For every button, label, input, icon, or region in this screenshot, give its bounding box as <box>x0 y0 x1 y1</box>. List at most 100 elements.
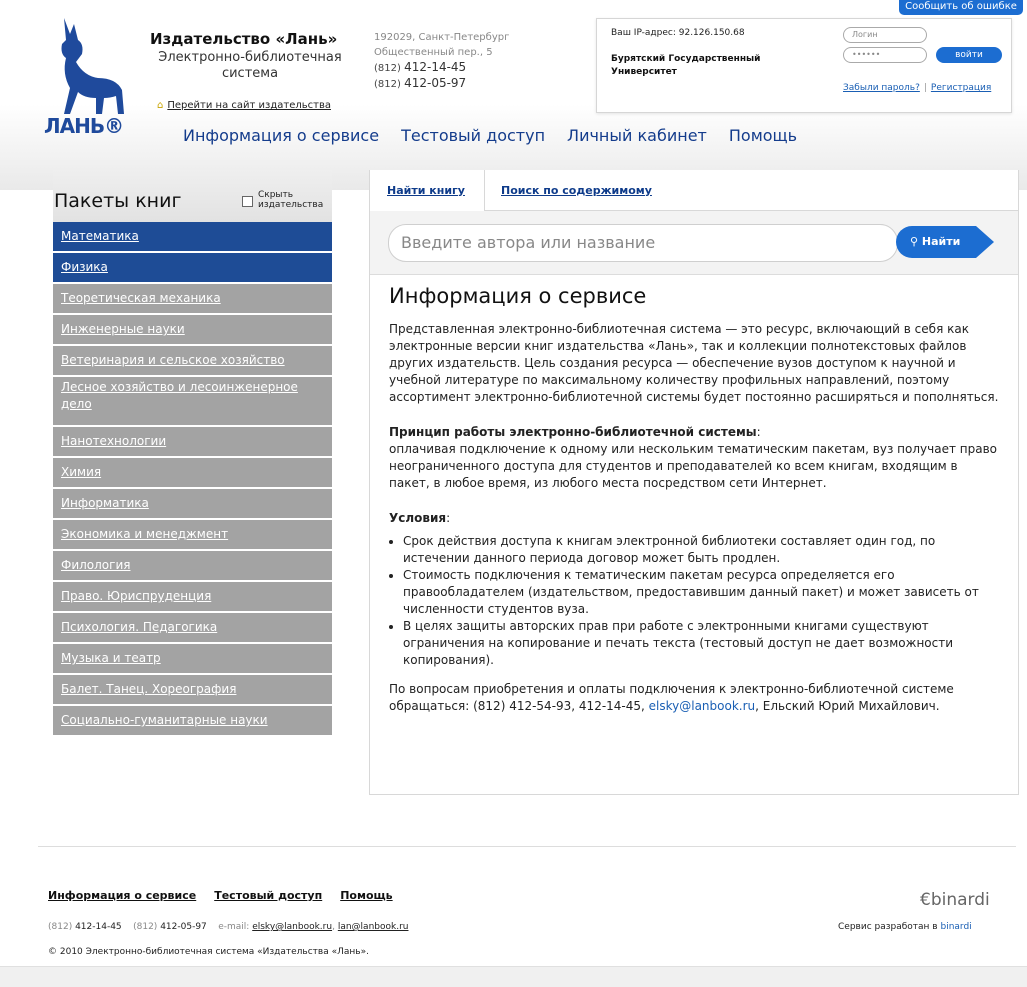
footer-phone-2-prefix: (812) <box>133 922 158 932</box>
hide-publishers-text: Скрыть издательства <box>258 190 324 210</box>
principle-colon: : <box>756 425 761 439</box>
search-tabs: Найти книгу Поиск по содержимому <box>370 170 1018 211</box>
sidebar-item-philology[interactable]: Филология <box>53 551 332 582</box>
article-title: Информация о сервисе <box>389 284 647 308</box>
hide-publishers-checkbox[interactable] <box>242 196 253 207</box>
logo-text: ЛАНЬ® <box>44 114 124 138</box>
phone-2-number: 412-05-97 <box>404 76 467 90</box>
conditions-section: Условия: Срок действия доступа к книгам … <box>389 510 1001 669</box>
sidebar-item-forestry[interactable]: Лесное хозяйство и лесоинженерное дело <box>53 377 332 427</box>
list-item: Срок действия доступа к книгам электронн… <box>403 533 1001 567</box>
password-input[interactable]: •••••• <box>843 47 927 63</box>
search-button[interactable]: ⚲ Найти <box>896 226 976 258</box>
developer-link[interactable]: binardi <box>940 922 971 932</box>
footer-phone-2: 412-05-97 <box>160 922 207 932</box>
sidebar-item-music[interactable]: Музыка и театр <box>53 644 332 675</box>
sidebar-item-law[interactable]: Право. Юриспруденция <box>53 582 332 613</box>
search-area: Введите автора или название ⚲ Найти <box>370 211 1018 275</box>
nav-help[interactable]: Помощь <box>729 126 797 145</box>
conditions-colon: : <box>446 511 451 525</box>
brand-title: Издательство «Лань» <box>150 30 338 48</box>
login-button[interactable]: войти <box>936 47 1002 63</box>
tab-content-search[interactable]: Поиск по содержимому <box>501 184 652 197</box>
sidebar-item-informatics[interactable]: Информатика <box>53 489 332 520</box>
address-line-2: Общественный пер., 5 <box>374 47 493 58</box>
footer-phone-1: 412-14-45 <box>75 922 122 932</box>
developer-credit: Сервис разработан в binardi <box>838 922 972 932</box>
article: Информация о сервисе Представленная элек… <box>389 284 1001 733</box>
footer-divider <box>38 846 1016 847</box>
sidebar-item-ballet[interactable]: Балет. Танец. Хореография <box>53 675 332 706</box>
sidebar-item-psychology[interactable]: Психология. Педагогика <box>53 613 332 644</box>
principle-section: Принцип работы электронно-библиотечной с… <box>389 424 1001 492</box>
report-error-button[interactable]: Сообщить об ошибке <box>899 0 1023 15</box>
link-separator: | <box>923 83 927 93</box>
forgot-password-link[interactable]: Забыли пароль? <box>843 83 920 93</box>
main-nav: Информация о сервисе Тестовый доступ Личны… <box>183 126 819 145</box>
sidebar: Пакеты книг Скрыть издательства Математи… <box>53 170 332 737</box>
main-content: Найти книгу Поиск по содержимому Введите… <box>369 170 1019 795</box>
search-input[interactable]: Введите автора или название <box>388 224 898 262</box>
login-input[interactable]: Логин <box>843 27 927 43</box>
nav-test-access[interactable]: Тестовый доступ <box>401 126 545 145</box>
nav-service-info[interactable]: Информация о сервисе <box>183 126 379 145</box>
address-block: 192029, Санкт-Петербург Общественный пер… <box>374 30 509 92</box>
footer-link-service-info[interactable]: Информация о сервисе <box>48 889 196 902</box>
footer-contacts: (812) 412-14-45 (812) 412-05-97 e-mail: … <box>48 922 408 932</box>
search-icon: ⚲ <box>910 235 919 248</box>
lan-logo[interactable]: ЛАНЬ® <box>44 14 128 140</box>
publisher-site-link-label: Перейти на сайт издательства <box>167 100 331 111</box>
sidebar-header: Пакеты книг Скрыть издательства <box>53 170 332 222</box>
home-icon: ⌂ <box>157 100 164 111</box>
sidebar-item-engineering[interactable]: Инженерные науки <box>53 315 332 346</box>
sidebar-title: Пакеты книг <box>54 190 182 212</box>
footer-link-test-access[interactable]: Тестовый доступ <box>214 889 322 902</box>
publisher-site-link[interactable]: ⌂ Перейти на сайт издательства <box>157 100 331 111</box>
principle-heading: Принцип работы электронно-библиотечной с… <box>389 425 757 439</box>
phone-2-prefix: (812) <box>374 79 401 90</box>
developer-credit-text: Сервис разработан в <box>838 922 938 932</box>
binardi-logo[interactable]: €binardi <box>920 890 990 910</box>
footer-nav: Информация о сервисе Тестовый доступ Помощ… <box>48 889 411 902</box>
organization-name: Бурятский Государственный Университет <box>611 54 761 77</box>
principle-text: оплачивая подключение к одному или неско… <box>389 442 997 490</box>
phone-1-prefix: (812) <box>374 63 401 74</box>
sidebar-item-veterinary[interactable]: Ветеринария и сельское хозяйство <box>53 346 332 377</box>
list-item: Стоимость подключения к тематическим пак… <box>403 567 1001 618</box>
conditions-list: Срок действия доступа к книгам электронн… <box>389 533 1001 669</box>
sidebar-item-physics[interactable]: Физика <box>53 253 332 284</box>
sidebar-item-theoretical-mechanics[interactable]: Теоретическая механика <box>53 284 332 315</box>
phone-1-number: 412-14-45 <box>404 60 467 74</box>
footer-link-help[interactable]: Помощь <box>340 889 392 902</box>
footer-email-1[interactable]: elsky@lanbook.ru <box>252 922 332 932</box>
search-button-label: Найти <box>921 235 961 248</box>
binardi-mark-icon: € <box>920 890 931 910</box>
footer-email-2[interactable]: lan@lanbook.ru <box>338 922 409 932</box>
phone-1: (812) 412-14-45 <box>374 60 509 76</box>
contact-name: , Ельский Юрий Михайлович. <box>755 699 940 713</box>
list-item: В целях защиты авторских прав при работе… <box>403 618 1001 669</box>
contact-paragraph: По вопросам приобретения и оплаты подклю… <box>389 681 1001 715</box>
bottom-bar <box>0 966 1027 987</box>
login-box: Ваш IP-адрес: 92.126.150.68 Бурятский Го… <box>596 18 1012 113</box>
article-intro: Представленная электронно-библиотечная с… <box>389 322 999 404</box>
sidebar-item-humanities[interactable]: Социально-гуманитарные науки <box>53 706 332 737</box>
register-link[interactable]: Регистрация <box>931 83 991 93</box>
account-links: Забыли пароль? | Регистрация <box>843 83 991 93</box>
phone-2: (812) 412-05-97 <box>374 76 509 92</box>
tab-find-book[interactable]: Найти книгу <box>387 184 465 197</box>
hide-publishers-label: Скрыть издательства <box>258 190 328 210</box>
sidebar-item-nanotech[interactable]: Нанотехнологии <box>53 427 332 458</box>
footer-email-separator: , <box>332 922 335 932</box>
conditions-heading: Условия <box>389 511 447 525</box>
footer-email-label: e-mail: <box>218 922 250 932</box>
sidebar-item-mathematics[interactable]: Математика <box>53 222 332 253</box>
sidebar-item-chemistry[interactable]: Химия <box>53 458 332 489</box>
copyright: © 2010 Электронно-библиотечная система «… <box>48 947 369 957</box>
contact-email-link[interactable]: elsky@lanbook.ru <box>649 699 756 713</box>
footer-phone-1-prefix: (812) <box>48 922 73 932</box>
sidebar-item-economics[interactable]: Экономика и менеджмент <box>53 520 332 551</box>
search-button-arrow <box>976 226 994 258</box>
nav-personal-account[interactable]: Личный кабинет <box>567 126 707 145</box>
brand-subtitle: Электронно-библиотечная система <box>158 50 342 81</box>
